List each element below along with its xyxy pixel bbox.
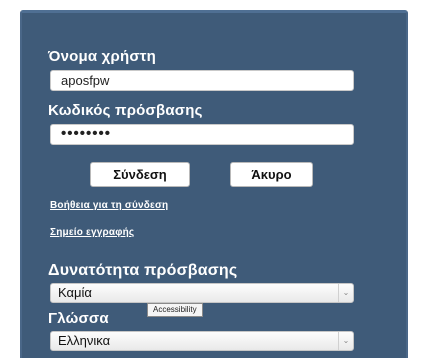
registration-link[interactable]: Σημείο εγγραφής	[50, 227, 134, 238]
accessibility-selected-value: Καμία	[58, 285, 92, 300]
language-select[interactable]: Ελληνικα ⌄	[50, 331, 354, 351]
cancel-button[interactable]: Άκυρο	[230, 162, 313, 187]
login-window: Όνομα χρήστη aposfpw Κωδικός πρόσβασης •…	[0, 0, 423, 358]
login-button[interactable]: Σύνδεση	[90, 162, 190, 187]
accessibility-select[interactable]: Καμία ⌄	[50, 283, 354, 303]
username-label: Όνομα χρήστη	[48, 48, 157, 65]
chevron-down-icon[interactable]: ⌄	[338, 332, 353, 350]
accessibility-label: Δυνατότητα πρόσβασης	[48, 262, 238, 279]
login-help-link[interactable]: Βοήθεια για τη σύνδεση	[50, 200, 168, 211]
language-label: Γλώσσα	[48, 310, 109, 327]
password-field[interactable]: ••••••••	[50, 124, 354, 145]
language-selected-value: Ελληνικα	[58, 333, 111, 348]
chevron-down-icon[interactable]: ⌄	[338, 284, 353, 302]
password-label: Κωδικός πρόσβασης	[48, 102, 203, 119]
accessibility-tooltip: Accessibility	[147, 303, 203, 317]
username-field[interactable]: aposfpw	[50, 70, 354, 91]
